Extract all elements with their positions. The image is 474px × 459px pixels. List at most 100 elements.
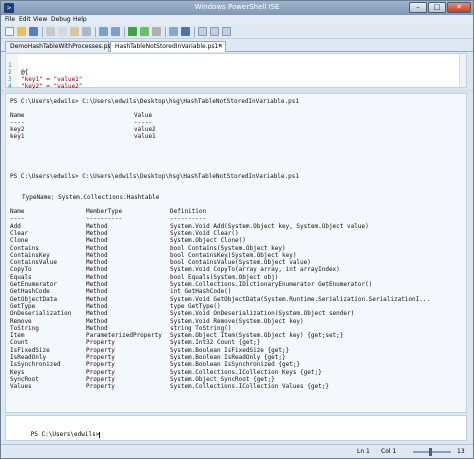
members-cell: Method	[86, 259, 108, 267]
new-file-icon[interactable]	[5, 27, 14, 36]
members-cell: IsSynchronized	[10, 361, 61, 369]
menu-file[interactable]: File	[5, 16, 15, 23]
members-cell: Method	[86, 273, 108, 281]
paste-icon[interactable]	[70, 27, 79, 36]
members-cell: Property	[86, 361, 115, 369]
members-cell: Add	[10, 222, 21, 230]
members-cell: bool Contains(System.Object key)	[170, 244, 286, 252]
members-cell: ContainsValue	[10, 259, 57, 267]
menu-edit[interactable]: Edit	[19, 16, 31, 23]
redo-icon[interactable]	[111, 27, 120, 36]
members-cell: System.Int32 Count {get;}	[170, 339, 261, 347]
command-pane[interactable]: PS C:\Users\edwils>	[5, 415, 467, 441]
members-cell: Method	[86, 288, 108, 296]
toolbar	[1, 25, 473, 39]
copy-icon[interactable]	[58, 27, 67, 36]
zoom-slider-thumb[interactable]	[429, 448, 432, 456]
members-cell: Method	[86, 324, 108, 332]
members-cell: Method	[86, 281, 108, 288]
table-cell: key2	[10, 126, 25, 133]
members-cell: Method	[86, 244, 108, 252]
run-icon[interactable]	[128, 27, 137, 36]
menu-view[interactable]: View	[33, 16, 47, 23]
zoom-slider[interactable]	[413, 451, 451, 453]
members-cell: ToString	[10, 324, 39, 332]
members-cell: System.Object SyncRoot {get;}	[170, 375, 275, 383]
toolbar-separator	[165, 27, 166, 37]
title-bar[interactable]: > Windows PowerShell ISE – □ ✕	[1, 1, 473, 15]
members-cell: Item	[10, 332, 25, 340]
members-cell: type GetType()	[170, 302, 221, 310]
zoom-value: 13	[457, 448, 465, 455]
members-cell: System.Void Add(System.Object key, Syste…	[170, 222, 369, 230]
table-cell: value2	[134, 126, 156, 133]
code-line: 2 "key1" = "value1"	[6, 62, 466, 83]
minimize-button[interactable]: –	[409, 2, 427, 13]
members-cell: System.Collections.ICollection Keys {get…	[170, 368, 322, 376]
layout-right-icon[interactable]	[210, 27, 219, 36]
open-folder-icon[interactable]	[17, 27, 26, 36]
save-icon[interactable]	[29, 27, 38, 36]
members-cell: Equals	[10, 273, 32, 281]
members-cell: Method	[86, 266, 108, 274]
script-editor[interactable]: 1 @{ 2 "key1" = "value1" 3 "key2" = "val…	[5, 53, 467, 97]
close-button[interactable]: ✕	[447, 2, 471, 13]
layout-top-icon[interactable]	[198, 27, 207, 36]
members-cell: Clear	[10, 229, 29, 237]
members-cell: System.Boolean IsReadOnly {get;}	[170, 354, 286, 361]
start-powershell-icon[interactable]	[181, 27, 190, 36]
members-underline: ----------	[170, 215, 207, 223]
cut-icon[interactable]	[46, 27, 55, 36]
typename-line: TypeName: System.Collections.Hashtable	[22, 194, 160, 201]
window-title: Windows PowerShell ISE	[194, 3, 280, 11]
close-tab-icon[interactable]: ✕	[218, 42, 223, 52]
stop-icon[interactable]	[152, 27, 161, 36]
editor-scrollbar[interactable]	[459, 54, 466, 87]
tab-hashtable-not-stored[interactable]: HashTableNotStoredInVariable.ps1* ✕	[110, 41, 226, 52]
members-cell: System.Void Clear()	[170, 229, 239, 237]
table-underline: -----	[134, 119, 153, 126]
status-line: Ln 1	[357, 448, 370, 455]
toolbar-separator	[42, 27, 43, 37]
new-remote-tab-icon[interactable]	[169, 27, 178, 36]
members-cell: ContainsKey	[10, 251, 50, 259]
members-cell: Method	[86, 222, 108, 230]
command-prompt[interactable]: PS C:\Users\edwils>	[9, 424, 101, 445]
members-cell: Method	[86, 229, 108, 237]
menu-debug[interactable]: Debug	[51, 16, 71, 23]
members-cell: ParameterizedProperty	[86, 332, 162, 340]
tab-label: HashTableNotStoredInVariable.ps1*	[115, 43, 222, 50]
members-underline: ----------	[86, 215, 123, 223]
status-bar: Ln 1 Col 1 13	[1, 444, 473, 458]
members-cell: int GetHashCode()	[170, 288, 232, 296]
menu-bar: File Edit View Debug Help	[1, 15, 473, 25]
run-selection-icon[interactable]	[140, 27, 149, 36]
members-cell: Method	[86, 302, 108, 310]
members-cell: Keys	[10, 368, 25, 376]
clear-icon[interactable]	[82, 27, 91, 36]
members-cell: SyncRoot	[10, 375, 39, 383]
menu-help[interactable]: Help	[73, 16, 87, 23]
members-cell: System.Void GetObjectData(System.Runtime…	[170, 295, 431, 303]
members-cell: System.Void Remove(System.Object key)	[170, 317, 304, 325]
members-cell: Property	[86, 354, 115, 361]
members-cell: GetObjectData	[10, 295, 57, 303]
members-cell: string ToString()	[170, 324, 232, 332]
maximize-button[interactable]: □	[428, 2, 446, 13]
members-cell: System.Collections.ICollection Values {g…	[170, 383, 329, 391]
toolbar-separator	[124, 27, 125, 37]
table-underline: ----	[10, 119, 25, 126]
members-underline: ----	[10, 215, 25, 223]
undo-icon[interactable]	[99, 27, 108, 36]
prompt-line: PS C:\Users\edwils> C:\Users\edwils\Desk…	[10, 173, 299, 180]
tab-label: DemoHashTableWithProcesses.ps1	[10, 43, 115, 50]
members-cell: Method	[86, 251, 108, 259]
tab-demo-hashtable[interactable]: DemoHashTableWithProcesses.ps1	[5, 41, 114, 52]
members-cell: Values	[10, 383, 32, 391]
members-cell: GetHashCode	[10, 288, 50, 296]
output-pane[interactable]: PS C:\Users\edwils> C:\Users\edwils\Desk…	[5, 93, 467, 413]
layout-max-icon[interactable]	[222, 27, 231, 36]
members-cell: GetType	[10, 302, 36, 310]
members-cell: Property	[86, 339, 115, 347]
members-cell: Property	[86, 383, 115, 391]
